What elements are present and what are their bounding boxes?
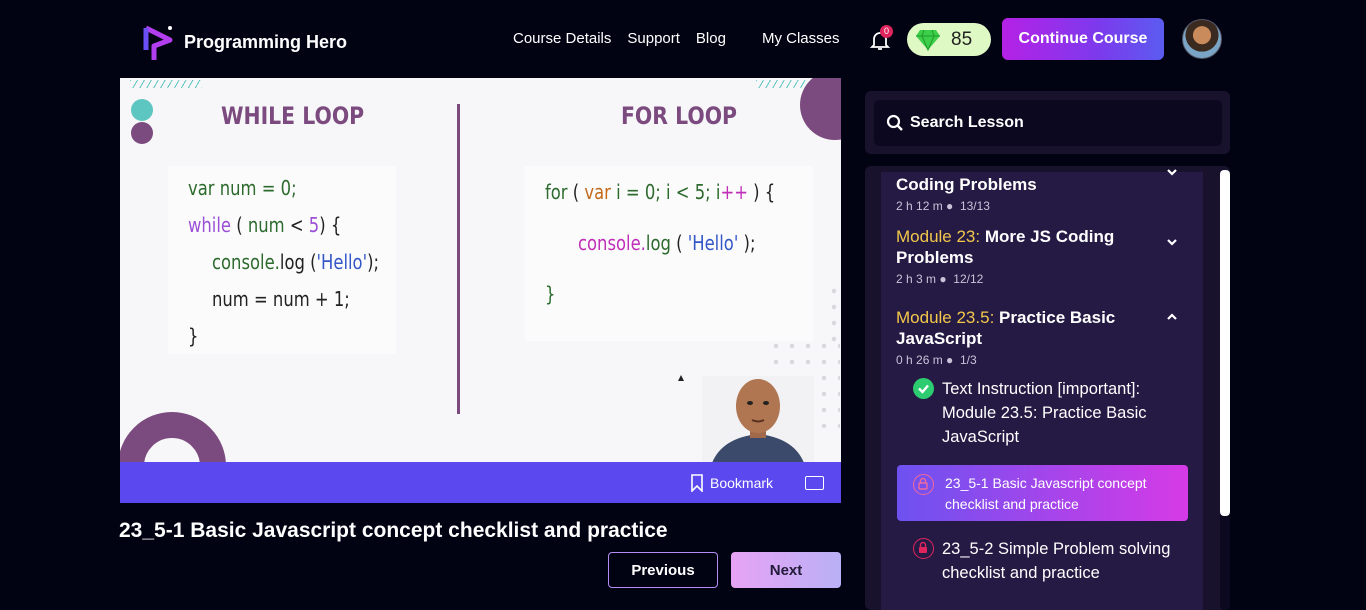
nav-blog[interactable]: Blog bbox=[696, 30, 726, 47]
notification-badge: 0 bbox=[880, 25, 893, 38]
module-item[interactable]: Module 23: More JS Coding Problems 2 h 3… bbox=[896, 226, 1186, 286]
scrollbar-thumb[interactable] bbox=[1220, 170, 1230, 516]
gems-counter[interactable]: 85 bbox=[907, 23, 991, 56]
code-line: while ( num < 5) { bbox=[188, 213, 342, 237]
lesson-label: 23_5-1 Basic Javascript concept checklis… bbox=[945, 475, 1147, 512]
module-title: Module 23: More JS Coding Problems bbox=[896, 227, 1115, 267]
bookmark-label: Bookmark bbox=[710, 475, 774, 491]
code-block-for: for ( var i = 0; i < 5; i++ ) { console.… bbox=[525, 166, 813, 341]
module-item[interactable]: Module 23.5: Practice Basic JavaScript 0… bbox=[896, 307, 1186, 367]
lesson-item[interactable]: 23_5-2 Simple Problem solving checklist … bbox=[897, 537, 1188, 585]
chevron-down-icon[interactable] bbox=[1165, 236, 1179, 250]
slide-divider bbox=[457, 104, 460, 414]
code-line: } bbox=[545, 282, 556, 306]
lock-icon bbox=[913, 474, 934, 495]
lesson-label: Text Instruction [important]: Module 23.… bbox=[942, 380, 1147, 446]
code-line: console.log ( 'Hello' ); bbox=[578, 231, 756, 255]
code-line: console.log ('Hello'); bbox=[212, 250, 380, 274]
chevron-down-icon[interactable] bbox=[1165, 166, 1179, 180]
module-meta: 2 h 3 m ● 12/12 bbox=[896, 272, 984, 286]
search-box[interactable] bbox=[874, 100, 1222, 146]
lesson-label: 23_5-2 Simple Problem solving checklist … bbox=[942, 540, 1171, 582]
decor-dot-purple bbox=[131, 122, 153, 144]
user-avatar[interactable] bbox=[1182, 19, 1222, 59]
decor-dot-teal bbox=[131, 99, 153, 121]
next-button[interactable]: Next bbox=[731, 552, 841, 588]
logo-icon bbox=[140, 22, 176, 62]
search-input[interactable] bbox=[910, 114, 1190, 132]
nav-my-classes[interactable]: My Classes bbox=[762, 30, 840, 47]
search-icon bbox=[886, 114, 903, 131]
video-controls-bar: Bookmark bbox=[120, 462, 841, 503]
module-title: Coding Problems bbox=[896, 175, 1037, 194]
lesson-item-active[interactable]: 23_5-1 Basic Javascript concept checklis… bbox=[897, 465, 1188, 521]
theater-mode-icon[interactable] bbox=[805, 476, 824, 490]
code-line: var num = 0; bbox=[188, 176, 297, 200]
module-meta: 2 h 12 m ● 13/13 bbox=[896, 199, 990, 213]
decor-dots bbox=[826, 283, 841, 343]
module-title: Module 23.5: Practice Basic JavaScript bbox=[896, 308, 1116, 348]
chevron-up-icon[interactable] bbox=[1165, 310, 1179, 324]
slide-title-while: WHILE LOOP bbox=[221, 102, 365, 130]
presenter-webcam bbox=[702, 376, 814, 463]
mouse-cursor-icon bbox=[678, 375, 684, 381]
slide-title-for: FOR LOOP bbox=[621, 102, 737, 130]
main-nav: Course Details Support Blog My Classes bbox=[513, 30, 855, 47]
nav-support[interactable]: Support bbox=[627, 30, 680, 47]
decor-circle bbox=[800, 78, 841, 140]
video-player[interactable]: WHILE LOOP FOR LOOP var num = 0; while (… bbox=[120, 78, 841, 463]
bookmark-button[interactable]: Bookmark bbox=[690, 474, 773, 492]
top-header: Programming Hero Course Details Support … bbox=[0, 0, 1366, 78]
module-meta: 0 h 26 m ● 1/3 bbox=[896, 353, 977, 367]
gems-count: 85 bbox=[951, 28, 973, 50]
continue-course-button[interactable]: Continue Course bbox=[1002, 18, 1164, 60]
code-line: num = num + 1; bbox=[212, 287, 350, 311]
previous-button[interactable]: Previous bbox=[608, 552, 718, 588]
code-block-while: var num = 0; while ( num < 5) { console.… bbox=[168, 166, 396, 354]
module-item[interactable]: Coding Problems 2 h 12 m ● 13/13 bbox=[896, 174, 1186, 213]
code-line: } bbox=[188, 324, 199, 348]
bookmark-icon bbox=[691, 474, 703, 492]
decor-ring bbox=[120, 412, 226, 463]
nav-course-details[interactable]: Course Details bbox=[513, 30, 611, 47]
lesson-title: 23_5-1 Basic Javascript concept checklis… bbox=[119, 519, 668, 542]
code-line: for ( var i = 0; i < 5; i++ ) { bbox=[545, 180, 776, 204]
lock-icon bbox=[913, 538, 934, 559]
lesson-item[interactable]: Text Instruction [important]: Module 23.… bbox=[897, 377, 1188, 449]
decor-hatch bbox=[130, 80, 202, 88]
diamond-icon bbox=[916, 29, 940, 51]
brand-name: Programming Hero bbox=[184, 31, 348, 52]
brand-logo[interactable]: Programming Hero bbox=[140, 22, 347, 62]
